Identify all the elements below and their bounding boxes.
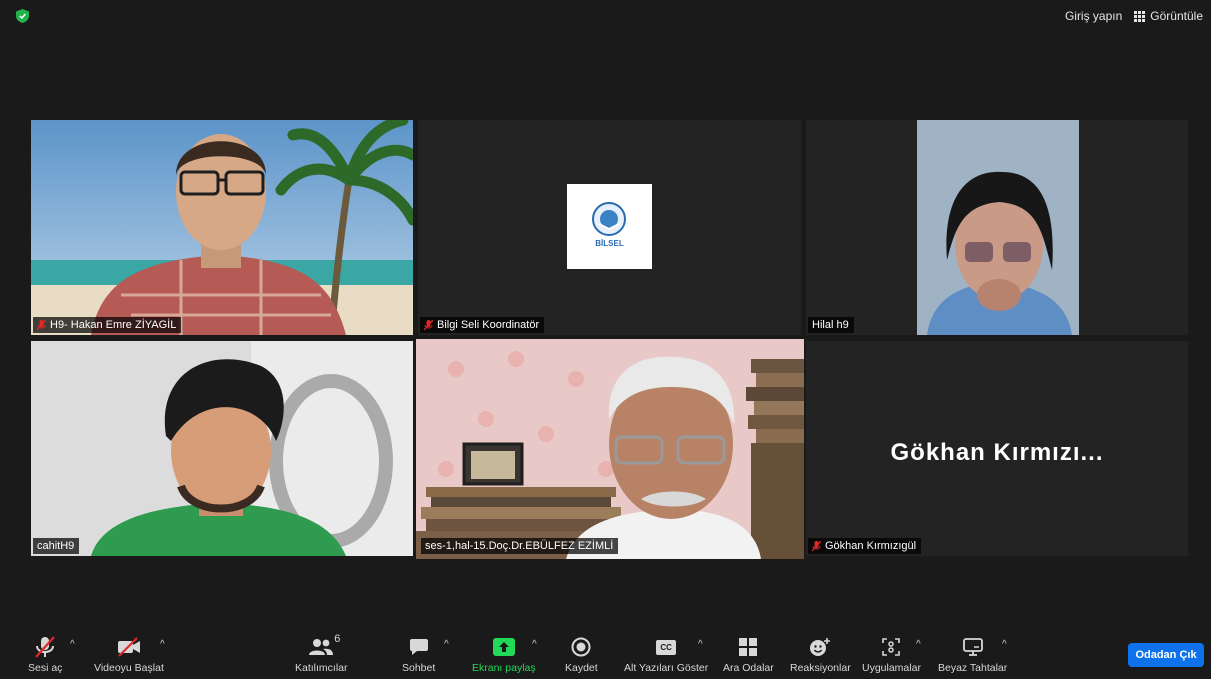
video-options-caret-icon[interactable]: ^: [160, 639, 165, 650]
video-tile-hilal[interactable]: Hilal h9: [806, 120, 1188, 335]
audio-options-caret-icon[interactable]: ^: [70, 639, 75, 650]
share-screen-icon: [492, 638, 515, 656]
apps-label: Uygulamalar: [862, 662, 921, 674]
whiteboard-icon: [962, 638, 983, 656]
apps-icon: [882, 638, 901, 656]
muted-mic-icon: [812, 540, 821, 551]
participant-name-tag: Bilgi Seli Koordinatör: [420, 317, 545, 333]
bilsel-logo: BİLSEL: [567, 184, 652, 269]
share-screen-label: Ekranı paylaş: [472, 662, 536, 674]
top-bar: Giriş yapın Görüntüle: [0, 0, 1211, 30]
apps-button[interactable]: Uygulamalar: [862, 635, 921, 674]
chat-options-caret-icon[interactable]: ^: [444, 639, 449, 650]
participants-label: Katılımcılar: [295, 662, 348, 674]
show-captions-label: Alt Yazıları Göster: [624, 662, 709, 674]
view-button[interactable]: Görüntüle: [1134, 6, 1203, 26]
participant-display-name: Gökhan Kırmızı...: [890, 439, 1104, 466]
participant-name: Hilal h9: [812, 319, 849, 331]
video-tile-gokhan[interactable]: Gökhan Kırmızı... Gökhan Kırmızıgül: [806, 341, 1188, 556]
video-tile-bilgi-seli[interactable]: BİLSEL Bilgi Seli Koordinatör: [418, 120, 801, 335]
leave-meeting-button[interactable]: Odadan Çık: [1128, 643, 1204, 667]
start-video-button[interactable]: Videoyu Başlat: [94, 635, 164, 674]
muted-mic-icon: [424, 319, 433, 330]
reactions-label: Reaksiyonlar: [790, 662, 851, 674]
breakout-rooms-button[interactable]: Ara Odalar: [723, 635, 774, 674]
muted-mic-icon: [37, 319, 46, 330]
participant-video-beach: [31, 120, 413, 335]
bilsel-logo-text: BİLSEL: [595, 239, 624, 248]
reactions-button[interactable]: Reaksiyonlar: [790, 635, 851, 674]
captions-options-caret-icon[interactable]: ^: [698, 639, 703, 650]
participant-video-hilal: [917, 120, 1079, 335]
reactions-smiley-icon: [810, 638, 831, 656]
participant-name: Bilgi Seli Koordinatör: [437, 319, 540, 331]
breakout-rooms-icon: [739, 638, 758, 656]
participant-video-ebulfez: [416, 339, 804, 559]
participant-name-tag: H9- Hakan Emre ZİYAGİL: [33, 317, 182, 333]
meeting-toolbar: Sesi aç ^ Videoyu Başlat ^ 6 Katılımcıla…: [0, 629, 1211, 679]
record-label: Kaydet: [565, 662, 598, 674]
video-tile-hakan[interactable]: H9- Hakan Emre ZİYAGİL: [31, 120, 413, 335]
participant-name-tag: Hilal h9: [808, 317, 854, 333]
participant-name: ses-1,hal-15.Doç.Dr.EBÜLFEZ EZİMLİ: [425, 540, 614, 552]
start-video-label: Videoyu Başlat: [94, 662, 164, 674]
show-captions-button[interactable]: CC Alt Yazıları Göster: [624, 635, 708, 674]
unmute-button[interactable]: Sesi aç: [28, 635, 62, 674]
sign-in-button[interactable]: Giriş yapın: [1065, 6, 1122, 26]
video-tile-cahit[interactable]: cahitH9: [31, 341, 413, 556]
share-options-caret-icon[interactable]: ^: [532, 639, 537, 650]
participants-icon: [309, 639, 334, 655]
share-screen-button[interactable]: Ekranı paylaş: [472, 635, 536, 674]
participant-name-tag: cahitH9: [33, 538, 80, 554]
participant-name: Gökhan Kırmızıgül: [825, 540, 917, 552]
whiteboard-options-caret-icon[interactable]: ^: [1002, 639, 1007, 650]
participants-count: 6: [334, 633, 341, 645]
record-icon: [571, 637, 591, 657]
view-button-label: Görüntüle: [1150, 9, 1203, 23]
participant-name-tag: ses-1,hal-15.Doç.Dr.EBÜLFEZ EZİMLİ: [421, 538, 619, 554]
participants-button[interactable]: 6 Katılımcılar: [295, 633, 348, 674]
participant-name: cahitH9: [37, 540, 75, 552]
chat-label: Sohbet: [402, 662, 436, 674]
participant-video-cahit: [31, 341, 413, 556]
security-shield-icon[interactable]: [16, 9, 29, 23]
whiteboards-label: Beyaz Tahtalar: [938, 662, 1008, 674]
whiteboards-button[interactable]: Beyaz Tahtalar: [938, 635, 1007, 674]
video-off-icon: [117, 637, 140, 657]
closed-captions-icon: CC: [656, 639, 677, 655]
participant-name-tag: Gökhan Kırmızıgül: [808, 538, 922, 554]
breakout-rooms-label: Ara Odalar: [723, 662, 774, 674]
grid-view-icon: [1134, 10, 1146, 22]
participant-name: H9- Hakan Emre ZİYAGİL: [50, 319, 177, 331]
muted-microphone-icon: [35, 636, 56, 658]
video-tile-ebulfez-active-speaker[interactable]: ses-1,hal-15.Doç.Dr.EBÜLFEZ EZİMLİ: [416, 339, 804, 559]
chat-bubble-icon: [409, 639, 428, 655]
chat-button[interactable]: Sohbet: [402, 635, 435, 674]
unmute-label: Sesi aç: [28, 662, 63, 674]
record-button[interactable]: Kaydet: [565, 635, 598, 674]
bilsel-logo-icon: [592, 202, 626, 236]
apps-options-caret-icon[interactable]: ^: [916, 639, 921, 650]
